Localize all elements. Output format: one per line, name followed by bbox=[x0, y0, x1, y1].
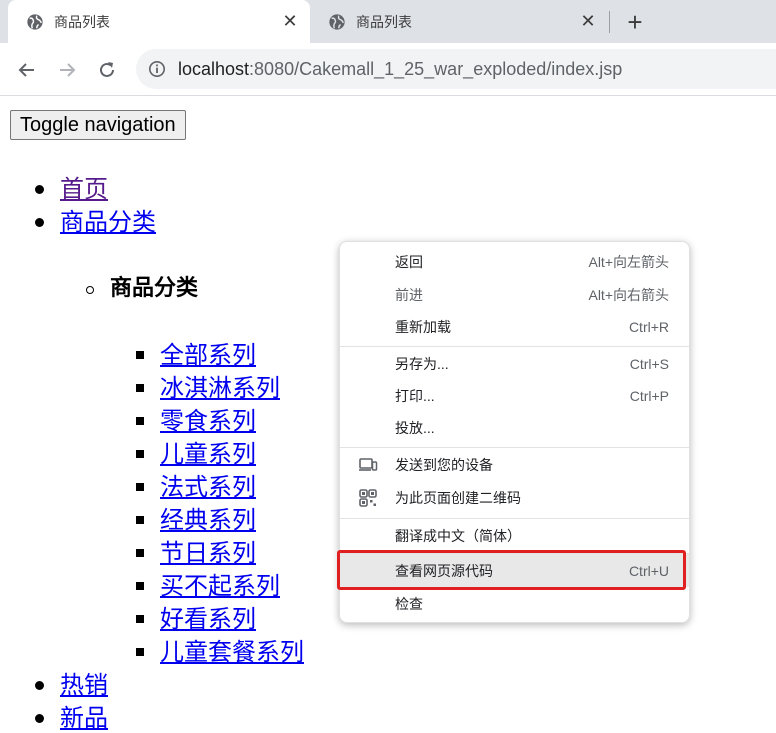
menu-item-label: 重新加载 bbox=[395, 318, 451, 335]
list-bullet bbox=[35, 681, 44, 690]
url-host: localhost bbox=[178, 58, 250, 79]
tab-title: 商品列表 bbox=[356, 13, 412, 30]
menu-item-label: 打印... bbox=[395, 387, 435, 404]
menu-item-print[interactable]: 打印... Ctrl+P bbox=[340, 379, 689, 412]
category-link[interactable]: 儿童系列 bbox=[160, 439, 256, 469]
device-icon bbox=[359, 457, 378, 471]
back-button[interactable] bbox=[12, 55, 42, 85]
nav-new-link[interactable]: 新品 bbox=[60, 703, 108, 733]
toggle-navigation-button[interactable]: Toggle navigation bbox=[10, 110, 186, 140]
list-bullet bbox=[35, 714, 44, 723]
arrow-right-icon bbox=[60, 63, 76, 77]
list-bullet bbox=[136, 351, 144, 359]
menu-item-label: 为此页面创建二维码 bbox=[395, 489, 521, 506]
menu-item-forward[interactable]: 前进 Alt+向右箭头 bbox=[340, 278, 689, 311]
list-bullet bbox=[86, 286, 94, 294]
menu-item-create-qr[interactable]: 为此页面创建二维码 bbox=[340, 481, 689, 514]
globe-icon bbox=[27, 13, 43, 30]
list-bullet bbox=[136, 648, 144, 656]
context-menu: 返回 Alt+向左箭头 前进 Alt+向右箭头 重新加载 Ctrl+R 另存为.… bbox=[339, 241, 690, 623]
nav-hot-link[interactable]: 热销 bbox=[60, 670, 108, 700]
list-bullet bbox=[136, 516, 144, 524]
menu-item-inspect[interactable]: 检查 bbox=[340, 587, 689, 620]
menu-item-send-to-device[interactable]: 发送到您的设备 bbox=[340, 448, 689, 481]
menu-item-back[interactable]: 返回 Alt+向左箭头 bbox=[340, 245, 689, 278]
menu-item-shortcut: Alt+向左箭头 bbox=[588, 253, 669, 270]
qr-code-icon bbox=[359, 488, 377, 507]
list-bullet bbox=[136, 582, 144, 590]
reload-icon bbox=[100, 62, 114, 77]
tab-strip: 商品列表 ✕ 商品列表 ✕ + bbox=[0, 0, 776, 43]
category-link[interactable]: 好看系列 bbox=[160, 604, 256, 634]
list-bullet bbox=[136, 417, 144, 425]
menu-item-label: 检查 bbox=[395, 595, 423, 612]
menu-item-label: 另存为... bbox=[395, 355, 449, 372]
menu-item-cast[interactable]: 投放... bbox=[340, 411, 689, 444]
nav-home-link[interactable]: 首页 bbox=[60, 174, 108, 204]
list-bullet bbox=[136, 384, 144, 392]
category-link[interactable]: 节日系列 bbox=[160, 538, 256, 568]
submenu-heading: 商品分类 bbox=[110, 276, 199, 301]
tab-separator bbox=[609, 11, 610, 33]
category-link[interactable]: 买不起系列 bbox=[160, 571, 280, 601]
menu-item-view-source[interactable]: 查看网页源代码 Ctrl+U bbox=[340, 554, 689, 587]
url-text: localhost:8080/Cakemall_1_25_war_explode… bbox=[178, 59, 622, 80]
list-bullet bbox=[136, 549, 144, 557]
category-link[interactable]: 零食系列 bbox=[160, 406, 256, 436]
close-tab-icon[interactable]: ✕ bbox=[576, 10, 600, 34]
category-link[interactable]: 法式系列 bbox=[160, 472, 256, 502]
menu-item-shortcut: Ctrl+U bbox=[628, 562, 669, 579]
menu-item-shortcut: Ctrl+P bbox=[629, 387, 669, 404]
new-tab-button[interactable]: + bbox=[620, 7, 650, 37]
category-link[interactable]: 冰淇淋系列 bbox=[160, 373, 280, 403]
menu-item-translate[interactable]: 翻译成中文（简体） bbox=[340, 519, 689, 552]
list-bullet bbox=[136, 450, 144, 458]
menu-item-shortcut: Ctrl+S bbox=[629, 355, 669, 372]
menu-item-label: 翻译成中文（简体） bbox=[395, 527, 521, 544]
url-path: :8080/Cakemall_1_25_war_exploded/index.j… bbox=[249, 58, 623, 79]
category-link[interactable]: 儿童套餐系列 bbox=[160, 637, 304, 667]
menu-item-label: 发送到您的设备 bbox=[395, 456, 493, 473]
list-bullet bbox=[136, 483, 144, 491]
list-bullet bbox=[35, 185, 44, 194]
tab-active[interactable]: 商品列表 ✕ bbox=[8, 0, 310, 43]
address-bar[interactable]: localhost:8080/Cakemall_1_25_war_explode… bbox=[136, 49, 776, 89]
category-link[interactable]: 全部系列 bbox=[160, 340, 256, 370]
globe-icon bbox=[329, 13, 345, 30]
list-bullet bbox=[136, 615, 144, 623]
close-tab-icon[interactable]: ✕ bbox=[278, 10, 302, 34]
menu-item-reload[interactable]: 重新加载 Ctrl+R bbox=[340, 310, 689, 343]
info-icon[interactable] bbox=[148, 60, 166, 78]
menu-item-label: 前进 bbox=[395, 286, 423, 303]
menu-item-label: 返回 bbox=[395, 253, 423, 270]
list-bullet bbox=[35, 218, 44, 227]
forward-button[interactable] bbox=[52, 55, 82, 85]
tab-title: 商品列表 bbox=[54, 13, 110, 30]
reload-button[interactable] bbox=[92, 55, 122, 85]
tab-inactive[interactable]: 商品列表 ✕ bbox=[310, 0, 608, 43]
menu-item-save-as[interactable]: 另存为... Ctrl+S bbox=[340, 347, 689, 380]
browser-toolbar: localhost:8080/Cakemall_1_25_war_explode… bbox=[0, 43, 776, 96]
arrow-left-icon bbox=[18, 63, 34, 77]
nav-categories-link[interactable]: 商品分类 bbox=[60, 207, 156, 237]
category-link[interactable]: 经典系列 bbox=[160, 505, 256, 535]
menu-item-shortcut: Ctrl+R bbox=[628, 318, 669, 335]
menu-item-label: 投放... bbox=[395, 419, 435, 436]
menu-item-label: 查看网页源代码 bbox=[395, 562, 493, 579]
menu-item-shortcut: Alt+向右箭头 bbox=[588, 286, 669, 303]
